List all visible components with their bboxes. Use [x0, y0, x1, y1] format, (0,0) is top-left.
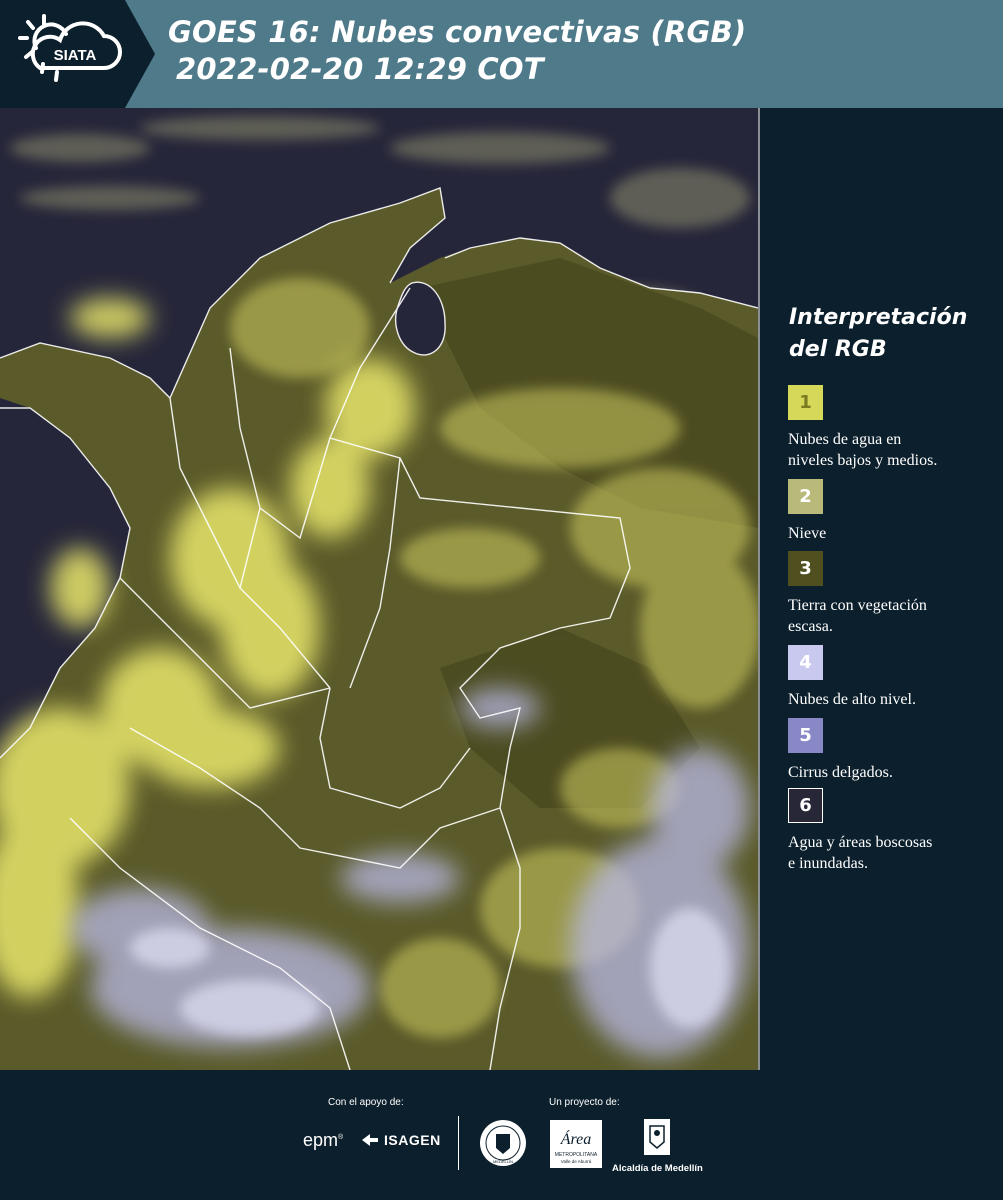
svg-text:METROPOLITANA: METROPOLITANA — [555, 1152, 598, 1158]
legend-swatch-4: 4 — [788, 645, 823, 680]
legend-swatch-2: 2 — [788, 479, 823, 514]
legend-label-5: Cirrus delgados. — [788, 764, 893, 781]
legend-item-1: 1 Nubes de agua en niveles bajos y medio… — [788, 385, 1003, 471]
support-label: Con el apoyo de: — [328, 1097, 404, 1108]
logo-text: SIATA — [54, 47, 97, 64]
legend-swatch-5: 5 — [788, 718, 823, 753]
legend-label-4: Nubes de alto nivel. — [788, 691, 916, 708]
siata-logo[interactable]: SIATA — [0, 0, 155, 108]
isagen-logo[interactable]: ISAGEN — [360, 1132, 441, 1148]
footer-bar: Con el apoyo de: Un proyecto de: epm® IS… — [0, 1070, 1003, 1200]
isagen-icon — [362, 1134, 378, 1146]
legend-swatch-3: 3 — [788, 551, 823, 586]
svg-text:MEDELLÍN: MEDELLÍN — [493, 1159, 513, 1164]
alcaldia-logo[interactable]: Alcaldía de Medellín — [612, 1118, 703, 1174]
page-title: GOES 16: Nubes convectivas (RGB) 2022-02… — [168, 14, 746, 88]
satellite-map[interactable] — [0, 108, 758, 1070]
legend-label-1: Nubes de agua en niveles bajos y medios. — [788, 431, 938, 469]
legend-swatch-6: 6 — [788, 788, 823, 823]
legend-label-3: Tierra con vegetación escasa. — [788, 597, 927, 635]
legend-item-5: 5 Cirrus delgados. — [788, 718, 1003, 783]
legend-item-6: 6 Agua y áreas boscosas e inundadas. — [788, 788, 1003, 874]
coat-of-arms-icon — [644, 1119, 670, 1155]
legend-swatch-1: 1 — [788, 385, 823, 420]
svg-text:Valle de Aburrá: Valle de Aburrá — [561, 1159, 592, 1164]
svg-text:Área: Área — [560, 1129, 592, 1148]
title-line-1: GOES 16: Nubes convectivas (RGB) — [168, 15, 747, 49]
rgb-satellite-image — [0, 108, 758, 1070]
legend-label-2: Nieve — [788, 525, 827, 542]
legend-item-4: 4 Nubes de alto nivel. — [788, 645, 1003, 710]
footer-divider — [458, 1116, 459, 1170]
legend-panel: Interpretación del RGB 1 Nubes de agua e… — [760, 108, 1003, 1070]
legend-item-2: 2 Nieve — [788, 479, 1003, 544]
legend-title: Interpretación del RGB — [789, 305, 968, 362]
sun-cloud-icon: SIATA — [0, 0, 155, 108]
medellin-seal-icon[interactable]: MEDELLÍN — [478, 1118, 528, 1168]
project-label: Un proyecto de: — [549, 1097, 620, 1108]
epm-logo[interactable]: epm® — [303, 1130, 343, 1151]
area-metropolitana-logo[interactable]: Área METROPOLITANA Valle de Aburrá — [550, 1120, 602, 1168]
title-timestamp: 2022-02-20 12:29 COT — [176, 52, 544, 86]
legend-label-6: Agua y áreas boscosas e inundadas. — [788, 834, 933, 872]
legend-item-3: 3 Tierra con vegetación escasa. — [788, 551, 1003, 637]
header-bar: SIATA GOES 16: Nubes convectivas (RGB) 2… — [0, 0, 1003, 108]
